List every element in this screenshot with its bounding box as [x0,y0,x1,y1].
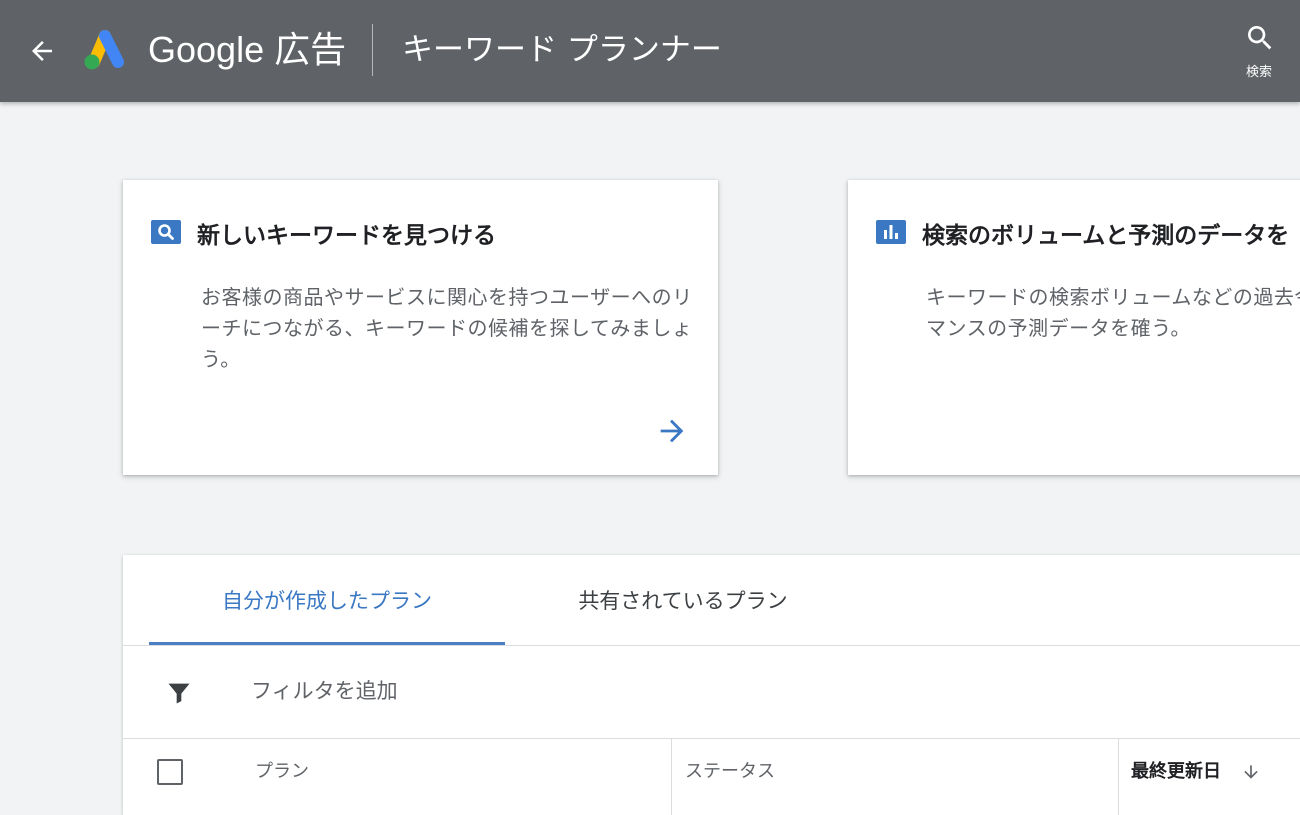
column-divider [671,739,672,815]
search-button[interactable]: 検索 [1232,20,1286,86]
add-filter-button[interactable]: フィルタを追加 [251,676,398,706]
bar-chart-icon [876,220,906,244]
column-header-status[interactable]: ステータス [685,758,775,786]
search-volume-forecast-card[interactable]: 検索のボリュームと予測のデータを キーワードの検索ボリュームなどの過去今後のパフ… [848,180,1300,475]
filter-icon[interactable] [165,679,193,707]
filter-bar: フィルタを追加 [123,646,1300,738]
card-description: キーワードの検索ボリュームなどの過去今後のパフォーマンスの予測データを確う。 [926,285,1300,340]
select-all-checkbox[interactable] [157,759,183,785]
card-title: 検索のボリュームと予測のデータを [922,223,1290,249]
arrow-forward-icon[interactable] [655,414,689,448]
column-divider [1118,739,1119,815]
table-header-row: プラン ステータス 最終更新日 [123,739,1300,815]
search-label: 検索 [1245,65,1272,80]
sort-descending-arrow-icon[interactable] [1241,761,1261,783]
google-ads-logo-icon [84,30,124,70]
card-description: お客様の商品やサービスに関心を持つユーザーへのリーチにつながる、キーワードの候補… [201,285,693,371]
brand-name: Google 広告 [148,29,347,70]
top-app-bar: Google 広告 キーワード プランナー 検索 [0,0,1300,102]
card-title: 新しいキーワードを見つける [197,223,496,249]
page-title: キーワード プランナー [402,32,722,68]
search-icon [151,220,181,244]
plans-panel: 自分が作成したプラン 共有されているプラン フィルタを追加 プラン ステータス … [123,555,1300,815]
search-icon [1248,26,1272,50]
column-header-last-updated[interactable]: 最終更新日 [1131,758,1221,786]
tab-shared-plans[interactable]: 共有されているプラン [505,555,861,645]
back-arrow-icon [32,41,52,61]
tab-my-plans[interactable]: 自分が作成したプラン [149,555,505,645]
column-header-plan[interactable]: プラン [255,758,309,786]
discover-keywords-card[interactable]: 新しいキーワードを見つける お客様の商品やサービスに関心を持つユーザーへのリーチ… [123,180,718,475]
header-divider [372,24,373,76]
back-button[interactable] [22,33,62,69]
